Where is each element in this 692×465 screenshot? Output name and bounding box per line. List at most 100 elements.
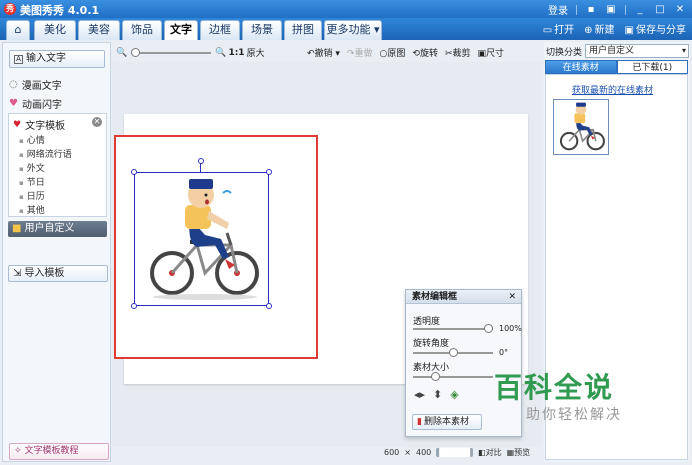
rotate-button[interactable]: ⟲旋转 bbox=[412, 46, 438, 59]
zoom-slider-knob[interactable] bbox=[131, 47, 141, 57]
resize-handle-bottom-left[interactable] bbox=[131, 303, 137, 309]
redo-button[interactable]: ↷重做 bbox=[347, 46, 373, 59]
zoom-ratio[interactable]: 1:1 bbox=[228, 48, 244, 58]
image-height: 400 bbox=[415, 448, 432, 457]
tab-online-materials[interactable]: 在线素材 bbox=[545, 60, 617, 74]
input-text-button[interactable]: A 输入文字 bbox=[9, 50, 105, 68]
opacity-label: 透明度 bbox=[413, 317, 441, 327]
preview-button[interactable]: ▦预览 bbox=[507, 447, 531, 458]
zoom-out-icon[interactable]: 🔍 bbox=[116, 48, 127, 58]
compare-button[interactable]: ◧对比 bbox=[478, 447, 502, 458]
category-select[interactable]: 用户自定义 ▾ bbox=[585, 44, 690, 58]
user-defined-item[interactable]: ■ 用户自定义 bbox=[8, 221, 107, 237]
rotate-icon: ⟲ bbox=[412, 49, 420, 59]
compare-label: 对比 bbox=[485, 448, 502, 457]
flash-heart-icon: ♥ bbox=[9, 98, 18, 109]
layer-icon[interactable]: ◈ bbox=[450, 388, 458, 401]
save-share-button[interactable]: ▣ 保存与分享 bbox=[625, 21, 686, 36]
comic-text-item[interactable]: ◌ 漫画文字 bbox=[9, 77, 62, 92]
original-size-button[interactable]: 原大 bbox=[247, 46, 265, 59]
tab-collage[interactable]: 拼图 bbox=[284, 20, 322, 40]
redo-label: 重做 bbox=[354, 49, 373, 59]
size-label: 尺寸 bbox=[486, 49, 505, 59]
compare-icon: ◧ bbox=[478, 448, 486, 457]
original-image-button[interactable]: ○原图 bbox=[380, 46, 406, 59]
import-template-button[interactable]: ⇲ 导入模板 bbox=[8, 265, 108, 282]
delete-material-button[interactable]: ▮ 删除本素材 bbox=[412, 414, 482, 430]
status-bar: 600 × 400 █████ ◧对比 ▦预览 bbox=[384, 447, 530, 458]
rotate-handle[interactable] bbox=[198, 158, 204, 164]
template-header[interactable]: ♥ 文字模板 bbox=[13, 117, 66, 133]
template-item[interactable]: 心情 bbox=[19, 133, 45, 146]
watermark: 百科全说 助你轻松解决 bbox=[494, 356, 664, 436]
tab-beautify[interactable]: 美化 bbox=[34, 20, 76, 40]
text-box-icon: A bbox=[14, 55, 23, 64]
template-item[interactable]: 其他 bbox=[19, 203, 45, 216]
template-item[interactable]: 节日 bbox=[19, 175, 45, 188]
template-title: 文字模板 bbox=[25, 121, 66, 132]
new-button[interactable]: ⊕ 新建 bbox=[584, 21, 614, 36]
minimize-icon[interactable]: _ bbox=[634, 4, 646, 15]
tab-text[interactable]: 文字 bbox=[164, 20, 198, 40]
maximize-icon[interactable]: □ bbox=[654, 4, 666, 15]
close-icon[interactable]: ✕ bbox=[674, 4, 686, 15]
crop-label: 裁剪 bbox=[452, 49, 471, 59]
save-icon: ▣ bbox=[624, 25, 634, 36]
material-thumbnail[interactable] bbox=[553, 99, 609, 155]
opacity-slider-knob[interactable] bbox=[484, 324, 493, 333]
template-item[interactable]: 外文 bbox=[19, 161, 45, 174]
template-item[interactable]: 日历 bbox=[19, 189, 45, 202]
folder-icon: ■ bbox=[12, 223, 22, 234]
size-button[interactable]: ▣尺寸 bbox=[478, 46, 505, 59]
material-size-slider-knob[interactable] bbox=[430, 372, 440, 381]
collapse-icon[interactable]: ✕ bbox=[92, 117, 102, 127]
rotate-label: 旋转 bbox=[419, 49, 438, 59]
template-item[interactable]: 网络流行语 bbox=[19, 147, 72, 160]
divider bbox=[576, 4, 577, 15]
resize-handle-top-left[interactable] bbox=[131, 169, 137, 175]
main-tab-bar: ⌂ 美化 美容 饰品 文字 边框 场景 拼图 更多功能 ▾ ▭ 打开 ⊕ 新建 ▣ 保… bbox=[0, 18, 692, 40]
login-link[interactable]: 登录 bbox=[548, 2, 568, 17]
zoom-slider[interactable] bbox=[131, 47, 212, 57]
close-icon[interactable]: ✕ bbox=[508, 290, 516, 304]
rotate-angle-slider-knob[interactable] bbox=[448, 348, 458, 357]
editor-header[interactable]: 素材编辑框 ✕ bbox=[406, 290, 521, 304]
tutorial-label: 文字模板教程 bbox=[24, 446, 79, 456]
tab-scenes[interactable]: 场景 bbox=[242, 20, 282, 40]
boy-on-bicycle-sticker bbox=[150, 179, 259, 300]
get-latest-materials-link[interactable]: 获取最新的在线素材 bbox=[572, 83, 653, 96]
material-tabs: 在线素材 已下载(1) bbox=[545, 60, 688, 74]
message-icon[interactable]: ▪ bbox=[585, 4, 597, 15]
anim-text-item[interactable]: ♥ 动画闪字 bbox=[9, 96, 62, 111]
flip-vertical-icon[interactable]: ⬍ bbox=[433, 388, 442, 401]
tab-more-features[interactable]: 更多功能 ▾ bbox=[324, 20, 382, 40]
settings-icon[interactable]: ▣ bbox=[605, 4, 617, 15]
tab-frames[interactable]: 边框 bbox=[200, 20, 240, 40]
app-logo-icon: 秀 bbox=[4, 3, 16, 15]
plus-icon: ⊕ bbox=[584, 25, 593, 36]
crop-button[interactable]: ✂裁剪 bbox=[445, 46, 471, 59]
input-text-label: 输入文字 bbox=[26, 53, 66, 64]
tab-beauty[interactable]: 美容 bbox=[78, 20, 120, 40]
tab-actions: ▭ 打开 ⊕ 新建 ▣ 保存与分享 bbox=[543, 21, 686, 36]
original-image-label: 原图 bbox=[387, 49, 406, 59]
flip-horizontal-icon[interactable]: ◂▸ bbox=[414, 388, 425, 401]
rotate-angle-slider[interactable] bbox=[413, 348, 493, 357]
tab-downloaded[interactable]: 已下载(1) bbox=[616, 60, 688, 74]
sticker-selection-box[interactable] bbox=[131, 169, 272, 309]
template-tutorial-button[interactable]: ✧ 文字模板教程 bbox=[9, 443, 109, 460]
resize-handle-bottom-right[interactable] bbox=[266, 303, 272, 309]
undo-button[interactable]: ↶撤销 ▾ bbox=[307, 46, 340, 59]
home-tab-icon[interactable]: ⌂ bbox=[6, 20, 30, 40]
import-icon: ⇲ bbox=[13, 268, 22, 279]
open-button[interactable]: ▭ 打开 bbox=[543, 21, 574, 36]
open-label: 打开 bbox=[554, 25, 575, 36]
zoom-in-icon[interactable]: 🔍 bbox=[215, 48, 226, 58]
sparkle-icon: ✧ bbox=[14, 446, 22, 456]
tab-accessories[interactable]: 饰品 bbox=[122, 20, 162, 40]
resize-icon: ▣ bbox=[477, 49, 487, 59]
resize-handle-top-right[interactable] bbox=[266, 169, 272, 175]
material-size-slider[interactable] bbox=[413, 372, 493, 381]
status-chip[interactable]: █████ bbox=[436, 448, 474, 457]
opacity-slider[interactable] bbox=[413, 324, 493, 333]
